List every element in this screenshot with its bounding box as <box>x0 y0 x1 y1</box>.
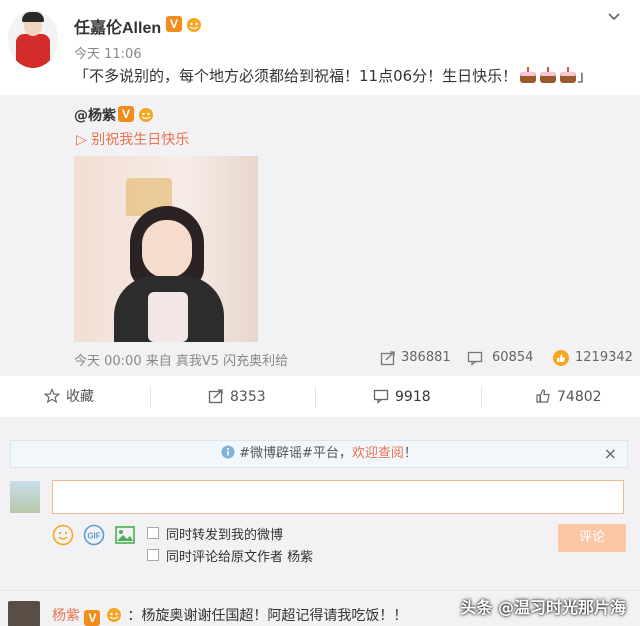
video-link[interactable]: ▷ 别祝我生日快乐 <box>76 129 189 149</box>
watermark: 头条 @温习时光那片海 <box>460 598 626 617</box>
comment-text: 杨紫 V ：杨旋奥谢谢任国超！阿超记得请我吃饭！！ <box>52 605 407 626</box>
emoji-icon[interactable] <box>52 524 74 546</box>
comment-input[interactable] <box>52 480 624 514</box>
repost-comment-count[interactable]: 60854 <box>492 350 533 366</box>
submit-comment-button[interactable]: 评论 <box>558 524 626 552</box>
vip-crown-icon <box>139 108 153 122</box>
vip-crown-icon <box>106 608 121 622</box>
post-text-end: 」 <box>577 67 593 85</box>
comment-author-checkbox-label: 同时评论给原文作者 杨紫 <box>166 550 314 565</box>
post-time[interactable]: 今天 11:06 <box>74 43 142 62</box>
current-user-avatar[interactable] <box>10 481 40 513</box>
notice-suffix: ！ <box>403 446 417 461</box>
commenter-avatar[interactable] <box>8 601 40 626</box>
share-count: 8353 <box>230 389 266 405</box>
comment-author-checkbox[interactable] <box>147 549 159 561</box>
notice-link[interactable]: 欢迎查阅 <box>352 446 404 461</box>
comment-icon <box>373 389 389 404</box>
action-bar: 收藏 8353 9918 74802 <box>0 376 640 418</box>
repost-share-count[interactable]: 386881 <box>401 350 451 366</box>
rumor-notice: #微博辟谣#平台，欢迎查阅！ × <box>10 440 628 468</box>
like-icon[interactable] <box>552 349 570 367</box>
close-icon[interactable]: × <box>604 446 617 462</box>
action-divider <box>150 386 151 408</box>
favorite-label: 收藏 <box>66 389 94 405</box>
share-icon[interactable] <box>380 350 396 366</box>
repost-meta: 今天 00:00 来自 真我V5 闪充奥利给 <box>74 354 289 369</box>
cake-icon <box>539 67 557 83</box>
verified-badge-icon: V <box>118 106 134 122</box>
chevron-down-icon[interactable] <box>606 8 622 24</box>
repost-like-count[interactable]: 1219342 <box>575 350 633 366</box>
cake-icon <box>559 67 577 83</box>
verified-badge-icon: V <box>84 610 101 626</box>
info-icon <box>221 445 235 459</box>
image-icon[interactable] <box>114 524 136 546</box>
author-avatar[interactable] <box>8 10 58 68</box>
vip-crown-icon <box>187 18 201 32</box>
cake-icon <box>519 67 537 83</box>
notice-text: #微博辟谣#平台， <box>239 446 352 461</box>
author-name[interactable]: 任嘉伦Allen <box>74 14 161 38</box>
favorite-button[interactable]: 收藏 <box>43 376 94 418</box>
verified-badge-icon: V <box>166 16 182 32</box>
like-button[interactable]: 74802 <box>535 376 602 418</box>
repost-checkbox[interactable] <box>147 527 159 539</box>
post-text: 「不多说别的，每个地方必须都给到祝福！11点06分！生日快乐！ 」 <box>74 65 592 86</box>
repost-card: @杨紫 V ▷ 别祝我生日快乐 今天 00:00 来自 真我V5 闪充奥利给 3… <box>0 95 640 376</box>
star-icon <box>43 388 61 404</box>
repost-photo[interactable] <box>74 156 258 342</box>
action-divider <box>481 386 482 408</box>
gif-icon[interactable]: GIF <box>83 524 105 546</box>
share-button[interactable]: 8353 <box>208 376 266 418</box>
comment-body: ：杨旋奥谢谢任国超！阿超记得请我吃饭！！ <box>127 608 408 624</box>
commenter-name[interactable]: 杨紫 <box>52 608 80 624</box>
post-header: 任嘉伦Allen V 今天 11:06 「不多说别的，每个地方必须都给到祝福！1… <box>0 0 640 95</box>
comment-button[interactable]: 9918 <box>373 376 431 418</box>
repost-username[interactable]: @杨紫 <box>74 105 116 125</box>
thumbs-up-icon <box>536 389 550 403</box>
svg-text:GIF: GIF <box>87 532 100 541</box>
comment-count: 9918 <box>395 389 431 405</box>
repost-checkbox-label: 同时转发到我的微博 <box>166 528 284 543</box>
like-count: 74802 <box>557 389 602 405</box>
post-text-body: 「不多说别的，每个地方必须都给到祝福！11点06分！生日快乐！ <box>74 67 518 85</box>
action-divider <box>315 386 316 408</box>
share-icon <box>208 389 223 404</box>
comment-icon[interactable] <box>467 350 483 366</box>
